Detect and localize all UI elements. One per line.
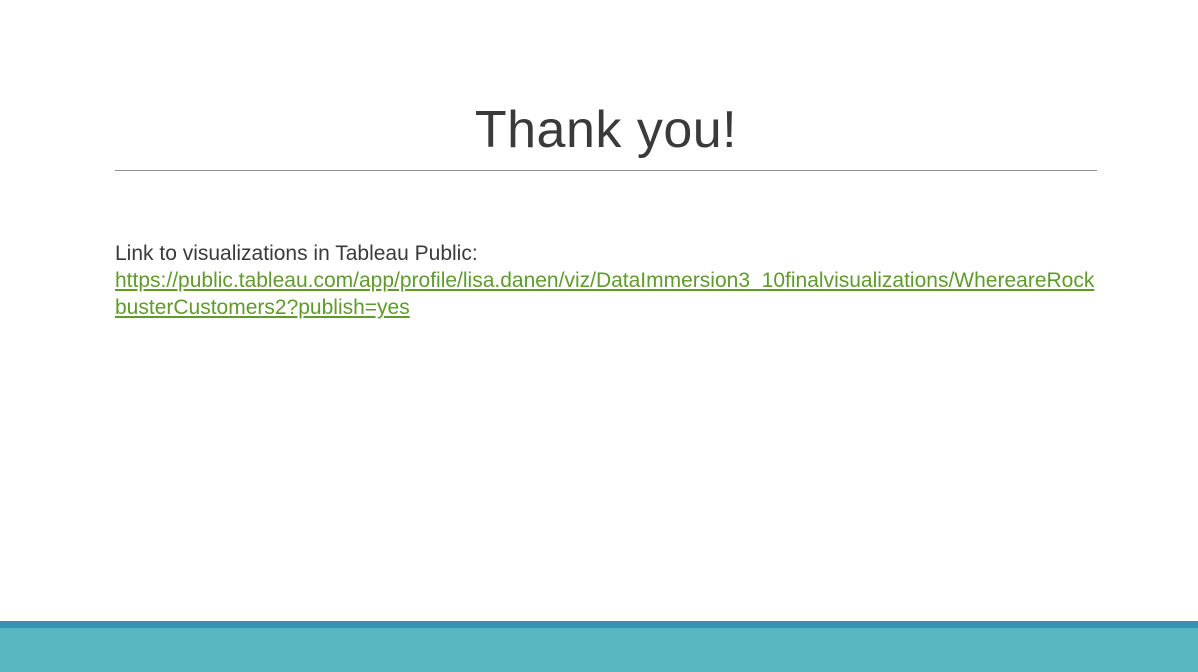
footer-band bbox=[0, 628, 1198, 672]
footer-accent-line bbox=[0, 621, 1198, 628]
title-divider bbox=[115, 170, 1097, 171]
slide-body: Link to visualizations in Tableau Public… bbox=[115, 240, 1100, 321]
tableau-public-link[interactable]: https://public.tableau.com/app/profile/l… bbox=[115, 269, 1094, 319]
slide-title: Thank you! bbox=[474, 101, 738, 159]
intro-text: Link to visualizations in Tableau Public… bbox=[115, 242, 478, 265]
slide: Thank you! Link to visualizations in Tab… bbox=[0, 0, 1198, 672]
link-paragraph: https://public.tableau.com/app/profile/l… bbox=[115, 267, 1100, 321]
